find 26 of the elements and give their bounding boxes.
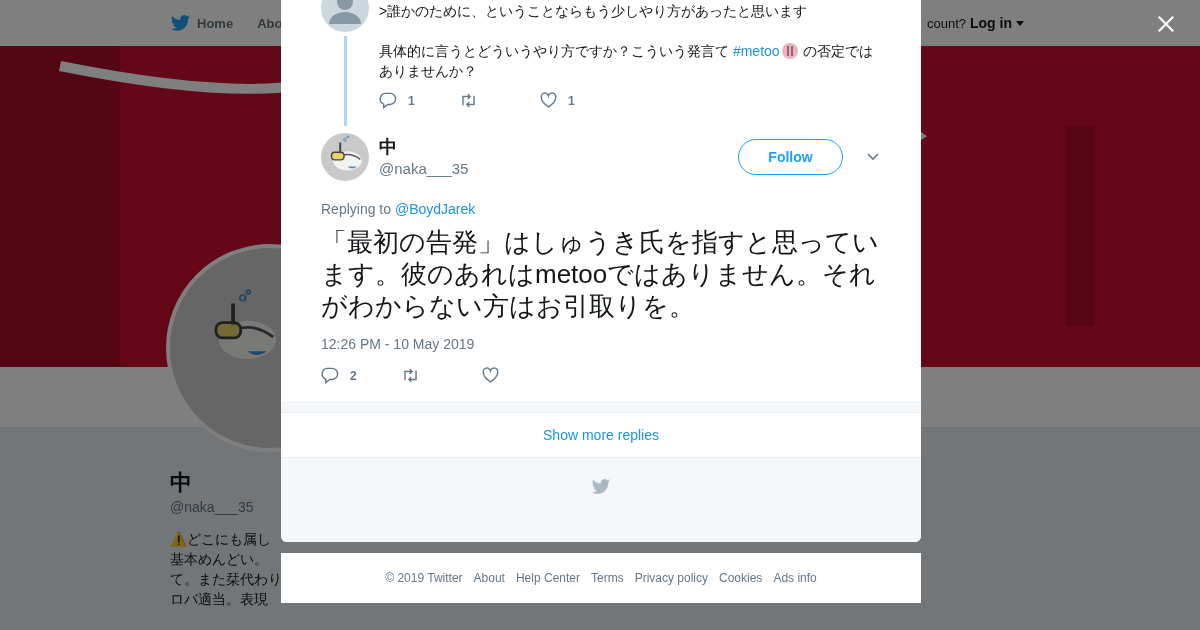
- action-count: 2: [350, 368, 357, 383]
- bio-line: 基本めんどい。: [170, 550, 268, 569]
- nav-link[interactable]: Abo: [257, 15, 283, 31]
- bio-line: て。また栞代わり: [170, 570, 282, 589]
- account-prompt: count?: [926, 15, 966, 31]
- footer-link[interactable]: Help Center: [515, 571, 580, 585]
- footer-link[interactable]: Terms: [591, 571, 624, 585]
- show-more-link[interactable]: Show more replies: [543, 427, 659, 443]
- close-icon[interactable]: [1157, 15, 1175, 33]
- profile-name: 中: [170, 469, 192, 497]
- reply-icon[interactable]: [321, 366, 340, 385]
- bio-line: ⚠どこにも属し: [170, 530, 271, 549]
- profile-handle: @naka___35: [170, 498, 254, 517]
- footer-link[interactable]: Ads info: [773, 571, 817, 585]
- login-link[interactable]: Log in: [970, 15, 1024, 31]
- retweet-icon[interactable]: [401, 366, 420, 385]
- footer-link[interactable]: Privacy policy: [634, 571, 708, 585]
- copyright: © 2019 Twitter: [385, 571, 463, 585]
- tweet-text: >誰かのために、ということならもう少しやり方があったと思います: [379, 2, 809, 21]
- nav-link[interactable]: Home: [170, 12, 234, 34]
- bird-icon: [591, 477, 611, 497]
- heart-icon[interactable]: [481, 366, 500, 385]
- footer-link[interactable]: About: [473, 571, 505, 585]
- bio-line: ロバ適当。表現: [170, 590, 268, 609]
- caret-icon[interactable]: [1016, 20, 1024, 26]
- footer-link[interactable]: Cookies: [719, 571, 763, 585]
